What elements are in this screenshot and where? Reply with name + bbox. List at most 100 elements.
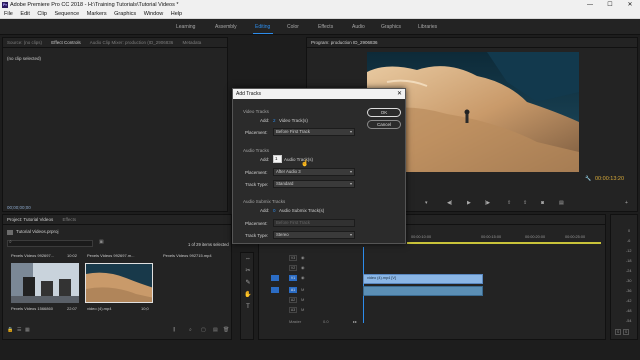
eye-icon[interactable]: ◉ bbox=[301, 255, 305, 260]
minimize-button[interactable]: — bbox=[580, 0, 600, 10]
solo-left-button[interactable]: S bbox=[615, 329, 621, 335]
find-icon[interactable]: ⌕ bbox=[189, 327, 192, 333]
work-area-bar[interactable] bbox=[407, 242, 601, 244]
tab-program[interactable]: Program: production ID_2906836 bbox=[311, 40, 378, 45]
meter-tick: -36 bbox=[626, 289, 632, 293]
mute-icon[interactable]: M bbox=[301, 297, 304, 302]
source-tabs: Source: (no clips) Effect Controls Audio… bbox=[3, 38, 227, 48]
hand-tool-icon[interactable]: ✋ bbox=[244, 291, 252, 299]
eye-icon[interactable]: ◉ bbox=[301, 275, 305, 280]
menu-window[interactable]: Window bbox=[144, 11, 164, 17]
track-label-a2[interactable]: A2 bbox=[289, 297, 297, 303]
cancel-button[interactable]: Cancel bbox=[367, 120, 401, 129]
marker-icon[interactable]: ▾ bbox=[425, 200, 428, 206]
video-clip[interactable]: video (4).mp4 [V] bbox=[363, 274, 483, 284]
workspace-effects[interactable]: Effects bbox=[318, 19, 333, 35]
tab-metadata[interactable]: Metadata bbox=[183, 40, 202, 45]
icon-view-icon[interactable]: ▦ bbox=[25, 327, 30, 333]
tab-source[interactable]: Source: (no clips) bbox=[7, 40, 42, 45]
close-button[interactable]: ✕ bbox=[620, 0, 640, 10]
thumb-duration: 10;0 bbox=[141, 306, 149, 311]
step-forward-icon[interactable]: |▶ bbox=[485, 200, 490, 206]
automate-icon[interactable]: ⫼ bbox=[173, 327, 175, 333]
list-view-icon[interactable]: ☰ bbox=[17, 327, 21, 333]
wrench-icon[interactable]: 🔧 bbox=[585, 176, 591, 182]
project-item-name[interactable]: Pexels Videos 992697... bbox=[11, 253, 54, 258]
play-button[interactable]: ▶ bbox=[467, 200, 471, 206]
source-patch-a1[interactable] bbox=[271, 287, 279, 293]
camera-icon[interactable]: ◙ bbox=[541, 200, 544, 206]
video-add-count[interactable]: 2 bbox=[273, 118, 276, 123]
project-name: Tutorial Videos.prproj bbox=[16, 229, 59, 234]
add-button-icon[interactable]: + bbox=[625, 200, 628, 206]
audio-placement-select[interactable]: After Audio 3 ▾ bbox=[273, 168, 355, 176]
video-placement-select[interactable]: Before First Track ▾ bbox=[273, 128, 355, 136]
new-item-icon[interactable]: ▤ bbox=[213, 327, 218, 333]
menu-edit[interactable]: Edit bbox=[20, 11, 29, 17]
thumb-name: Pexels Videos 1566860 bbox=[11, 306, 53, 311]
audio-add-input[interactable]: 1 bbox=[273, 155, 282, 163]
go-to-end-icon[interactable]: ▸▸ bbox=[353, 319, 357, 324]
project-search-input[interactable] bbox=[7, 240, 93, 247]
compare-icon[interactable]: ▤ bbox=[559, 200, 564, 206]
menu-markers[interactable]: Markers bbox=[87, 11, 107, 17]
ripple-edit-tool-icon[interactable]: ⇔ bbox=[244, 255, 252, 263]
workspace-color[interactable]: Color bbox=[287, 19, 299, 35]
submix-type-select[interactable]: Stereo ▾ bbox=[273, 231, 355, 239]
track-label-a3[interactable]: A3 bbox=[289, 307, 297, 313]
track-label-v2[interactable]: V2 bbox=[289, 265, 297, 271]
tab-audio-clip-mixer[interactable]: Audio Clip Mixer: production (ID_2906836 bbox=[90, 40, 174, 45]
chevron-down-icon: ▾ bbox=[349, 169, 352, 174]
tab-project[interactable]: Project: Tutorial Videos bbox=[7, 217, 53, 222]
track-label-a1[interactable]: A1 bbox=[289, 287, 297, 293]
workspace-audio[interactable]: Audio bbox=[352, 19, 365, 35]
playhead[interactable] bbox=[363, 247, 364, 323]
lift-icon[interactable]: ⇧ bbox=[507, 200, 511, 206]
audio-clip[interactable] bbox=[363, 286, 483, 296]
type-tool-icon[interactable]: T bbox=[244, 303, 252, 311]
tab-effects[interactable]: Effects bbox=[62, 217, 76, 222]
maximize-button[interactable]: ☐ bbox=[600, 0, 620, 10]
mute-icon[interactable]: M bbox=[301, 307, 304, 312]
menu-graphics[interactable]: Graphics bbox=[114, 11, 136, 17]
submix-type-value: Stereo bbox=[276, 232, 289, 237]
razor-tool-icon[interactable]: ✂ bbox=[244, 267, 252, 275]
menu-file[interactable]: File bbox=[4, 11, 13, 17]
eye-icon[interactable]: ◉ bbox=[301, 265, 305, 270]
workspace-graphics[interactable]: Graphics bbox=[381, 19, 401, 35]
new-bin-icon[interactable]: ▢ bbox=[201, 327, 206, 333]
ok-button[interactable]: OK bbox=[367, 108, 401, 117]
bin-icon[interactable]: ▣ bbox=[99, 239, 104, 245]
source-patch-v1[interactable] bbox=[271, 275, 279, 281]
track-label-v1[interactable]: V1 bbox=[289, 275, 297, 281]
thumbnail-treadmill[interactable] bbox=[11, 263, 79, 303]
submix-placement-value: Before First Track bbox=[276, 220, 310, 225]
track-label-v3[interactable]: V3 bbox=[289, 255, 297, 261]
program-tabs: Program: production ID_2906836 bbox=[307, 38, 637, 48]
meter-tick: 0 bbox=[628, 229, 631, 233]
solo-right-button[interactable]: S bbox=[623, 329, 629, 335]
items-count: 1 of 29 items selected bbox=[188, 242, 229, 247]
mute-icon[interactable]: M bbox=[301, 287, 304, 292]
tab-effect-controls[interactable]: Effect Controls bbox=[51, 40, 80, 45]
menu-help[interactable]: Help bbox=[171, 11, 182, 17]
submix-add-count[interactable]: 0 bbox=[273, 208, 276, 213]
workspace-learning[interactable]: Learning bbox=[176, 19, 195, 35]
dialog-close-icon[interactable]: ✕ bbox=[397, 89, 402, 99]
project-panel: Project: Tutorial Videos Effects Tutoria… bbox=[2, 214, 232, 340]
project-item-name[interactable]: Pexels Videos 992697.m... bbox=[87, 253, 135, 258]
master-value[interactable]: 0.0 bbox=[323, 319, 329, 324]
pen-tool-icon[interactable]: ✎ bbox=[244, 279, 252, 287]
workspace-libraries[interactable]: Libraries bbox=[418, 19, 437, 35]
lock-icon[interactable]: 🔒 bbox=[7, 327, 13, 333]
trash-icon[interactable]: 🗑 bbox=[223, 327, 229, 333]
audio-type-select[interactable]: Standard ▾ bbox=[273, 180, 355, 188]
thumbnail-rocks[interactable] bbox=[85, 263, 153, 303]
workspace-assembly[interactable]: Assembly bbox=[215, 19, 237, 35]
extract-icon[interactable]: ⇪ bbox=[523, 200, 527, 206]
menu-sequence[interactable]: Sequence bbox=[54, 11, 79, 17]
menu-clip[interactable]: Clip bbox=[37, 11, 46, 17]
project-item-name[interactable]: Pexels Videos 992715.mp4 bbox=[163, 253, 212, 258]
submix-placement-select[interactable]: Before First Track bbox=[273, 219, 355, 227]
step-back-icon[interactable]: ◀| bbox=[447, 200, 452, 206]
